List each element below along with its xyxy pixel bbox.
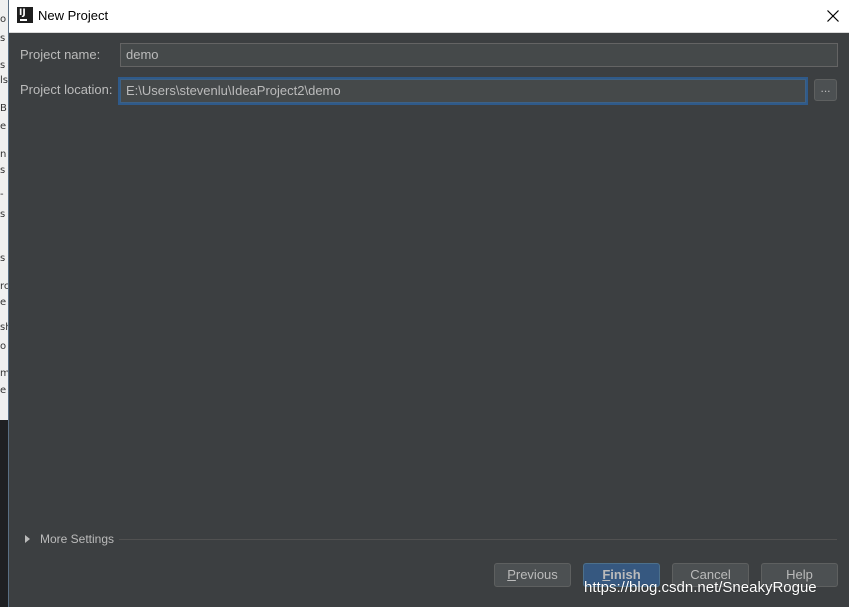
background-window-text: e bbox=[0, 297, 7, 308]
previous-mnemonic: P bbox=[507, 567, 516, 582]
intellij-idea-icon: IJ bbox=[17, 7, 33, 23]
background-window-text: s bbox=[0, 60, 6, 71]
project-location-label: Project location: bbox=[20, 82, 113, 97]
title-bar[interactable]: IJ New Project bbox=[9, 0, 849, 33]
background-window-text: e bbox=[0, 121, 7, 132]
background-window-text: s bbox=[0, 209, 6, 220]
more-settings-label: More Settings bbox=[40, 532, 115, 546]
background-window-text: e bbox=[0, 385, 7, 396]
background-window-text: o bbox=[0, 341, 7, 352]
separator bbox=[119, 539, 837, 540]
background-window-text: s bbox=[0, 253, 6, 264]
triangle-right-icon bbox=[25, 535, 30, 543]
background-window-text: s bbox=[0, 33, 6, 44]
close-button[interactable] bbox=[816, 0, 849, 32]
project-name-label: Project name: bbox=[20, 47, 101, 62]
background-window-text: - bbox=[0, 189, 4, 200]
browse-location-button[interactable]: ... bbox=[814, 79, 837, 101]
new-project-dialog: IJ New Project Project name: demo Projec… bbox=[8, 0, 849, 607]
close-icon bbox=[827, 10, 839, 22]
window-title: New Project bbox=[38, 8, 109, 23]
previous-label: revious bbox=[515, 567, 558, 582]
background-window-text: B bbox=[0, 103, 7, 114]
watermark: https://blog.csdn.net/SneakyRogue bbox=[584, 579, 817, 596]
project-location-input[interactable]: E:\Users\stevenlu\IdeaProject2\demo bbox=[120, 79, 806, 103]
background-desktop bbox=[0, 420, 8, 607]
project-name-input[interactable]: demo bbox=[120, 43, 838, 67]
background-window-text: o bbox=[0, 14, 7, 25]
previous-button[interactable]: Previous bbox=[494, 563, 571, 587]
background-window-text: ls bbox=[0, 75, 8, 86]
background-window-text: n bbox=[0, 149, 7, 160]
background-window-text: s bbox=[0, 165, 6, 176]
